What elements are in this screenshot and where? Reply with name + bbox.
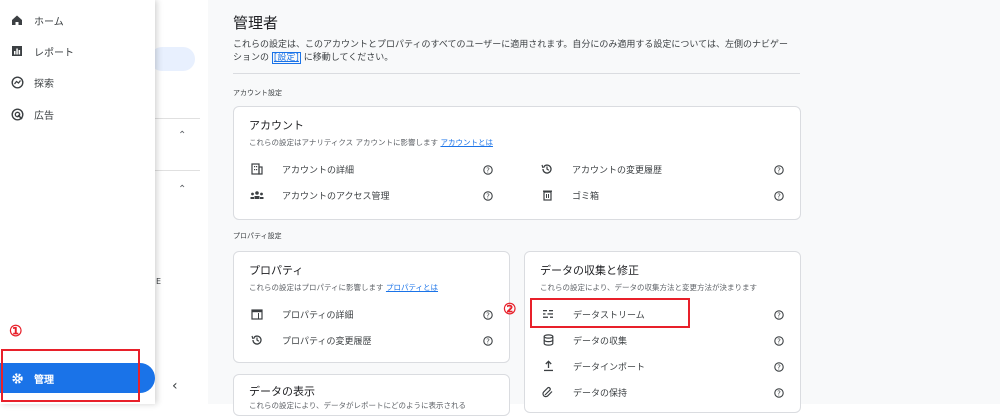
- reports-icon: [10, 44, 24, 58]
- settings-link[interactable]: [設定]: [271, 52, 301, 64]
- svg-text:?: ?: [777, 338, 781, 346]
- svg-text:?: ?: [486, 312, 490, 320]
- nav-item-home[interactable]: ホーム: [0, 5, 155, 35]
- help-icon[interactable]: ?: [483, 310, 493, 320]
- property-window-icon: [250, 307, 264, 321]
- data-collection-row[interactable]: データの収集: [541, 332, 627, 348]
- data-collection-card: データの収集と修正 これらの設定により、データの収集方法と変更方法が決まります …: [524, 251, 801, 413]
- account-details-row[interactable]: アカウントの詳細: [250, 161, 354, 177]
- history-icon: [540, 162, 554, 176]
- history-icon: [250, 333, 264, 347]
- admin-main-panel: 管理者 これらの設定は、このアカウントとプロパティのすべてのユーザーに適用されま…: [208, 0, 1000, 416]
- data-display-card-title: データの表示: [249, 385, 315, 398]
- page-title: 管理者: [233, 14, 279, 32]
- data-collection-card-title: データの収集と修正: [540, 264, 639, 277]
- account-card: アカウント これらの設定はアナリティクス アカウントに影響します アカウントとは…: [233, 106, 801, 220]
- help-icon[interactable]: ?: [774, 191, 784, 201]
- svg-text:?: ?: [777, 167, 781, 175]
- help-icon[interactable]: ?: [774, 388, 784, 398]
- active-settings-pill: [150, 47, 195, 71]
- help-icon[interactable]: ?: [774, 336, 784, 346]
- annotation-box-data-streams: [530, 298, 690, 328]
- link-retention-icon: [541, 385, 555, 399]
- data-collection-card-subtitle: これらの設定により、データの収集方法と変更方法が決まります: [540, 283, 758, 292]
- advertising-icon: [10, 107, 24, 121]
- divider: [155, 118, 200, 119]
- account-card-title: アカウント: [249, 119, 304, 132]
- account-change-history-row[interactable]: アカウントの変更履歴: [540, 161, 662, 177]
- data-display-card-subtitle: これらの設定により、データがレポートにどのように表示される: [249, 401, 467, 410]
- trash-row[interactable]: ゴミ箱: [540, 187, 599, 203]
- svg-text:?: ?: [777, 193, 781, 201]
- property-card-subtitle: これらの設定はプロパティに影響します プロパティとは: [249, 283, 439, 292]
- help-icon[interactable]: ?: [774, 310, 784, 320]
- account-settings-label: アカウント設定: [233, 89, 282, 97]
- building-icon: [250, 162, 264, 176]
- property-card-title: プロパティ: [249, 264, 304, 277]
- nav-item-label: 探索: [34, 78, 54, 90]
- annotation-box-admin: [1, 349, 140, 402]
- home-icon: [10, 13, 24, 27]
- divider: [233, 73, 800, 74]
- help-icon[interactable]: ?: [483, 165, 493, 175]
- nav-item-label: 広告: [34, 110, 54, 122]
- upload-icon: [541, 359, 555, 373]
- collapse-sidebar-button[interactable]: ‹: [172, 378, 178, 394]
- account-access-row[interactable]: アカウントのアクセス管理: [250, 187, 390, 203]
- svg-text:?: ?: [486, 193, 490, 201]
- help-icon[interactable]: ?: [483, 336, 493, 346]
- nav-item-reports[interactable]: レポート: [0, 36, 155, 66]
- database-icon: [541, 333, 555, 347]
- annotation-number-2: ②: [503, 300, 517, 318]
- property-settings-label: プロパティ設定: [233, 232, 282, 240]
- account-card-subtitle: これらの設定はアナリティクス アカウントに影響します アカウントとは: [249, 138, 493, 147]
- nav-item-label: レポート: [34, 47, 74, 59]
- chevron-up-icon[interactable]: ⌃: [178, 184, 186, 195]
- annotation-number-1: ①: [9, 322, 23, 340]
- nav-item-label: ホーム: [34, 16, 64, 28]
- explore-icon: [10, 75, 24, 89]
- data-import-row[interactable]: データインポート: [541, 358, 645, 374]
- help-icon[interactable]: ?: [483, 191, 493, 201]
- svg-text:?: ?: [777, 390, 781, 398]
- trash-icon: [540, 188, 554, 202]
- nav-item-advertising[interactable]: 広告: [0, 99, 155, 129]
- what-is-account-link[interactable]: アカウントとは: [440, 138, 493, 147]
- divider: [155, 170, 200, 171]
- data-display-card: データの表示 これらの設定により、データがレポートにどのように表示される: [233, 374, 510, 416]
- svg-text:?: ?: [486, 167, 490, 175]
- help-icon[interactable]: ?: [774, 362, 784, 372]
- property-details-row[interactable]: プロパティの詳細: [250, 306, 353, 322]
- nav-item-explore[interactable]: 探索: [0, 67, 155, 97]
- page-description: これらの設定は、このアカウントとプロパティのすべてのユーザーに適用されます。自分…: [233, 40, 788, 64]
- property-card: プロパティ これらの設定はプロパティに影響します プロパティとは プロパティの詳…: [233, 251, 510, 363]
- people-icon: [250, 188, 264, 202]
- data-retention-row[interactable]: データの保持: [541, 384, 627, 400]
- svg-text:?: ?: [777, 312, 781, 320]
- svg-text:?: ?: [486, 338, 490, 346]
- chevron-up-icon[interactable]: ⌃: [178, 130, 186, 141]
- truncated-text: E: [156, 277, 162, 286]
- what-is-property-link[interactable]: プロパティとは: [386, 283, 438, 292]
- svg-text:?: ?: [777, 364, 781, 372]
- help-icon[interactable]: ?: [774, 165, 784, 175]
- left-navigation: ホーム レポート 探索 広告 管理: [0, 0, 155, 404]
- property-change-history-row[interactable]: プロパティの変更履歴: [250, 332, 371, 348]
